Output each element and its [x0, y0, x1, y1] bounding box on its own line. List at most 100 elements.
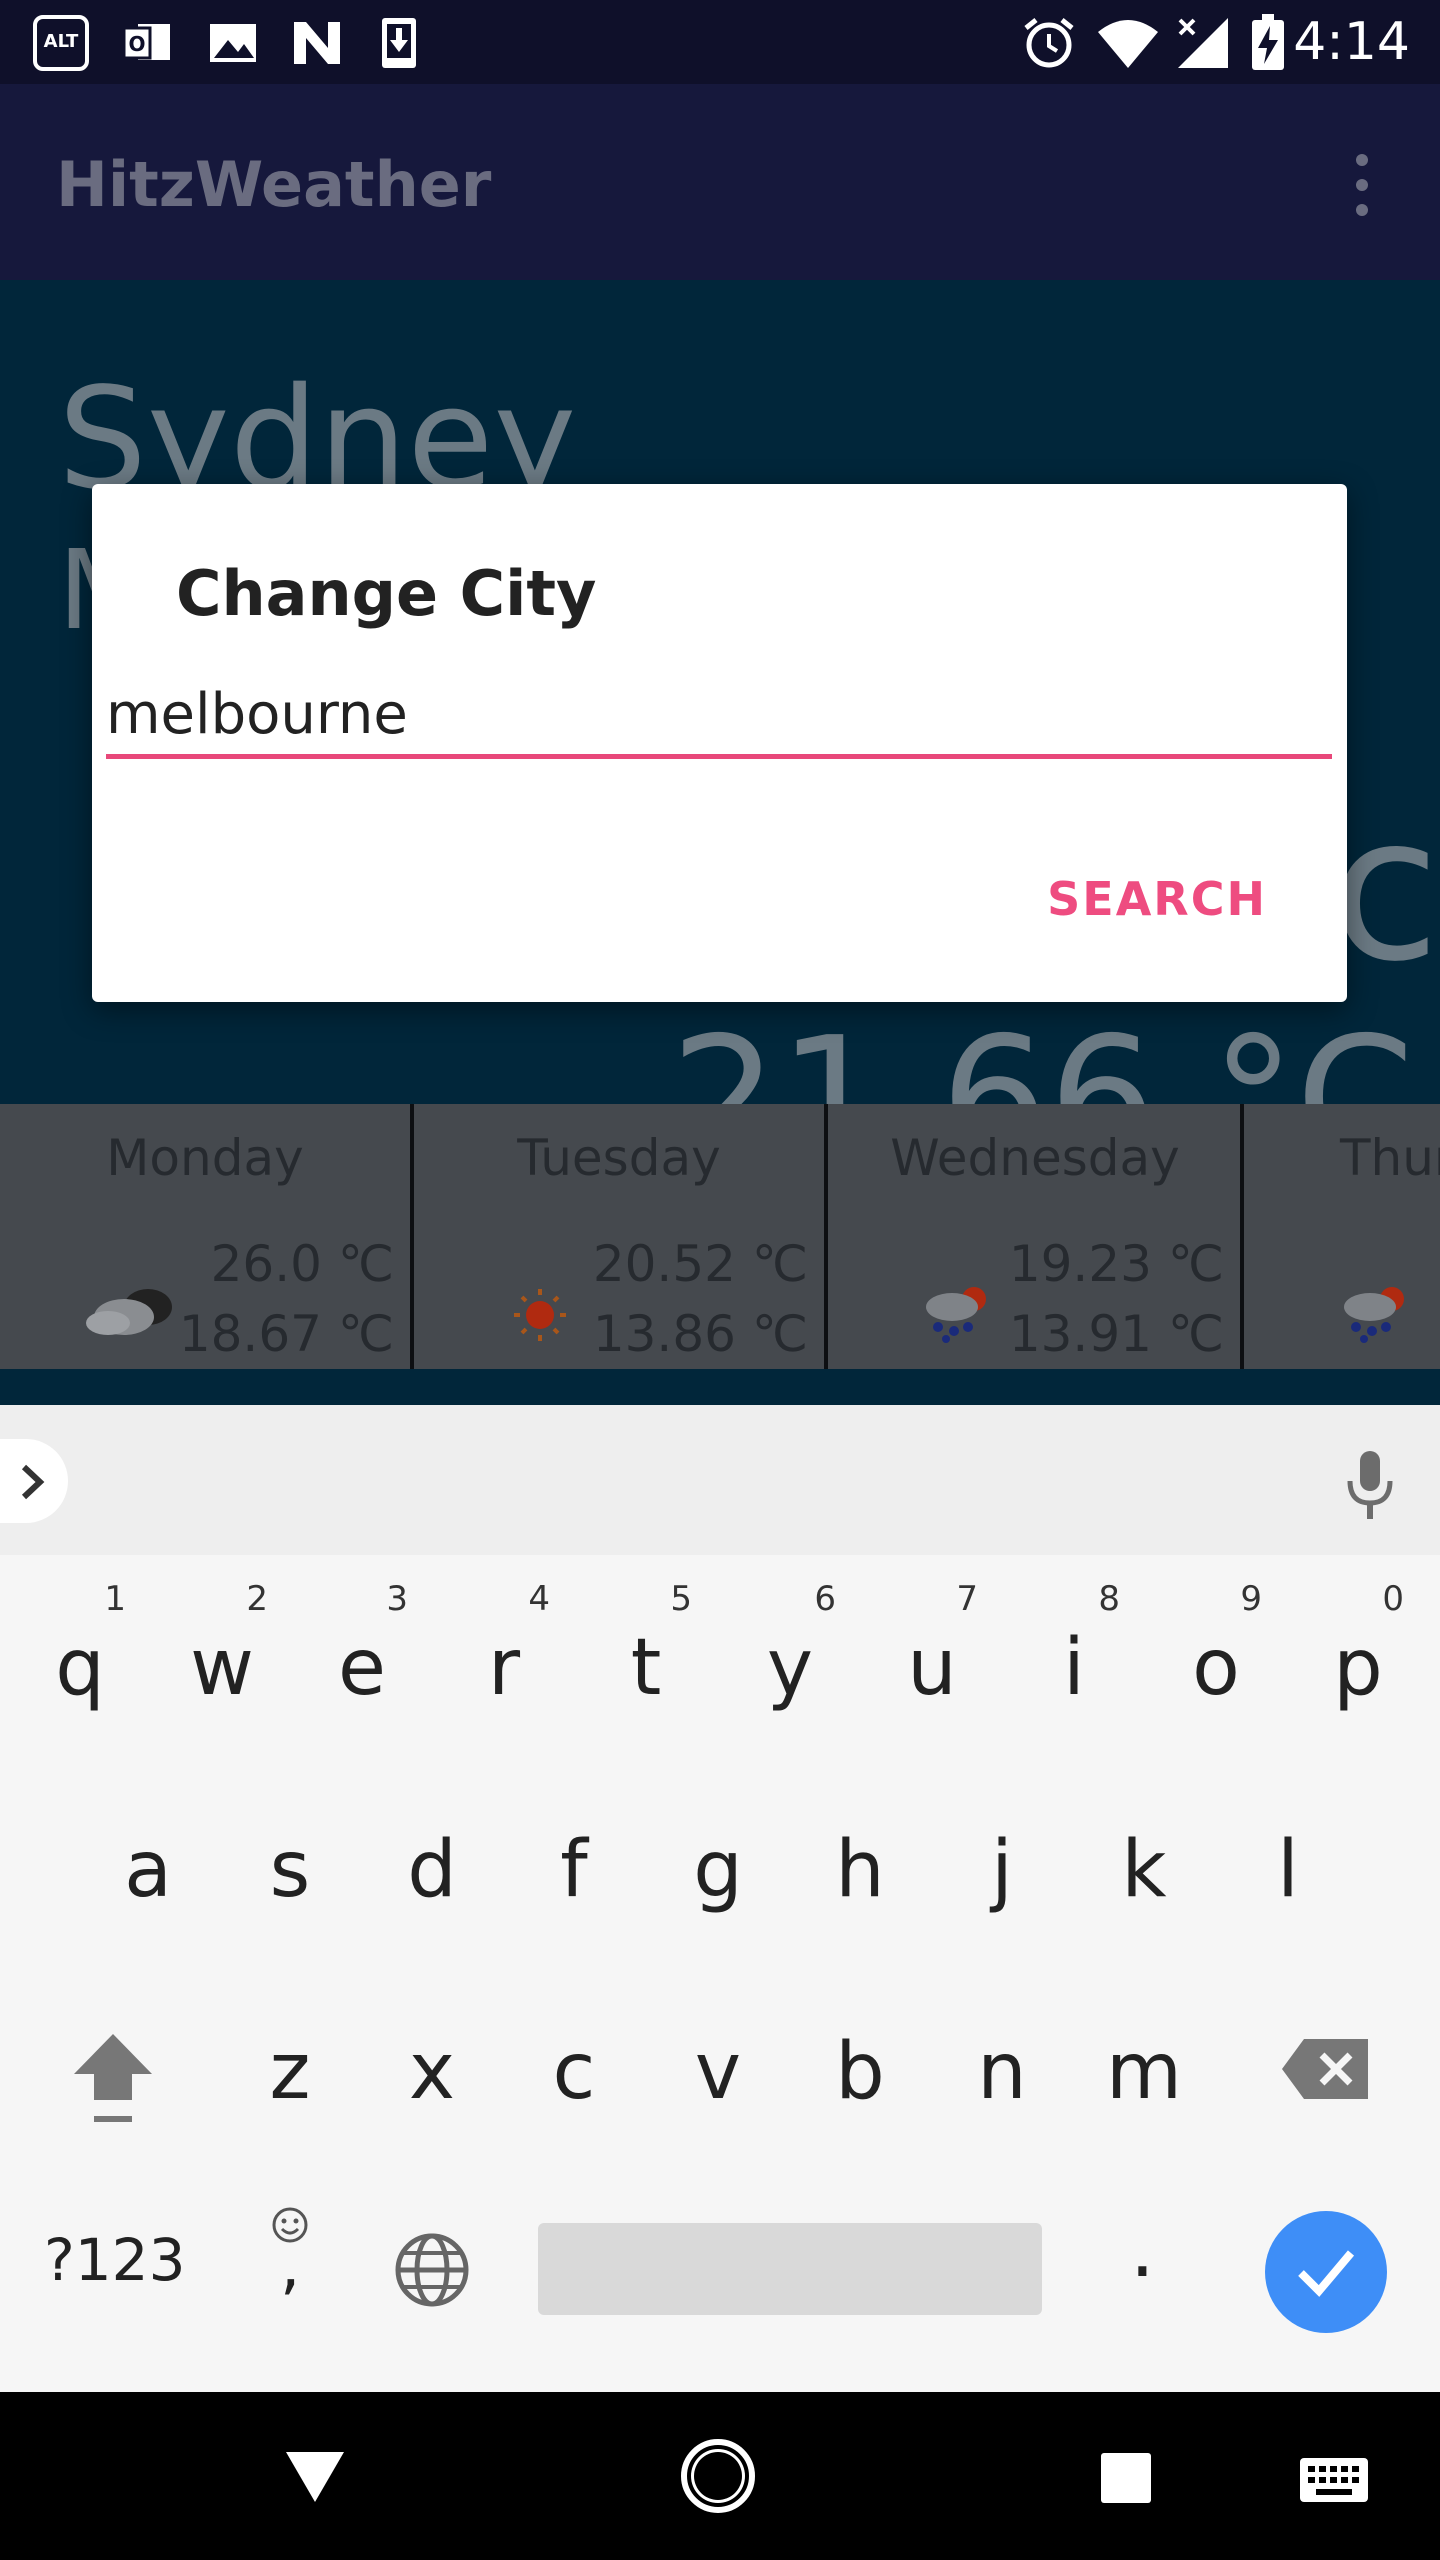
key-number-hint: 7	[956, 1579, 978, 1619]
enter-key[interactable]	[1265, 2211, 1387, 2333]
forecast-day-name: Tuesday	[517, 1129, 721, 1187]
key-w[interactable]: w2	[172, 1579, 272, 1713]
key-m[interactable]: m	[1094, 2027, 1194, 2117]
key-number-hint: 1	[104, 1579, 126, 1619]
period-key[interactable]: .	[1130, 2205, 1155, 2295]
key-label: r	[487, 1623, 521, 1713]
home-icon[interactable]	[678, 2436, 758, 2516]
search-button[interactable]: SEARCH	[1047, 869, 1267, 929]
forecast-low: 18.67 ℃	[178, 1305, 394, 1363]
signal-icon	[1178, 18, 1228, 68]
key-label: i	[1063, 1623, 1085, 1713]
key-x[interactable]: x	[382, 2027, 482, 2117]
key-number-hint: 2	[246, 1579, 268, 1619]
expand-toolbar-button[interactable]	[0, 1439, 68, 1523]
key-number-hint: 5	[670, 1579, 692, 1619]
key-n[interactable]: n	[952, 2027, 1052, 2117]
svg-text:O: O	[128, 32, 145, 56]
status-bar: ALT O 4:14	[0, 0, 1440, 84]
key-l[interactable]: l	[1238, 1825, 1338, 1915]
key-label: o	[1192, 1623, 1240, 1713]
forecast-day-card[interactable]: Thur	[1246, 1104, 1440, 1369]
forecast-high: 26.0 ℃	[210, 1235, 394, 1293]
alarm-icon	[1024, 18, 1074, 68]
globe-icon[interactable]	[393, 2231, 471, 2309]
dialog-title: Change City	[176, 557, 597, 630]
key-t[interactable]: t5	[596, 1579, 696, 1713]
key-r[interactable]: r4	[454, 1579, 554, 1713]
key-d[interactable]: d	[382, 1825, 482, 1915]
n-logo-icon	[294, 22, 340, 64]
key-k[interactable]: k	[1094, 1825, 1194, 1915]
navigation-bar	[0, 2392, 1440, 2560]
key-s[interactable]: s	[240, 1825, 340, 1915]
forecast-day-name: Monday	[106, 1129, 304, 1187]
symbols-key[interactable]: ?123	[44, 2220, 186, 2300]
key-number-hint: 4	[528, 1579, 550, 1619]
key-g[interactable]: g	[668, 1825, 768, 1915]
key-number-hint: 6	[814, 1579, 836, 1619]
shift-key-icon[interactable]	[70, 2030, 156, 2130]
outlook-icon: O	[122, 24, 170, 60]
key-f[interactable]: f	[524, 1825, 624, 1915]
key-i[interactable]: i8	[1024, 1579, 1124, 1713]
key-number-hint: 8	[1098, 1579, 1120, 1619]
key-c[interactable]: c	[524, 2027, 624, 2117]
key-b[interactable]: b	[810, 2027, 910, 2117]
forecast-day-name: Wednesday	[890, 1129, 1180, 1187]
forecast-low: 13.91 ℃	[1008, 1305, 1224, 1363]
key-z[interactable]: z	[240, 2027, 340, 2117]
alt-balaji-icon: ALT	[33, 15, 89, 71]
key-label: w	[190, 1623, 254, 1713]
forecast-day-name: Thur	[1340, 1129, 1440, 1187]
checkmark-icon	[1298, 2250, 1355, 2297]
forecast-high: 19.23 ℃	[1008, 1235, 1224, 1293]
key-label: u	[907, 1623, 957, 1713]
key-j[interactable]: j	[952, 1825, 1052, 1915]
forecast-day-card[interactable]: Wednesday 19.23 ℃ 13.91 ℃	[830, 1104, 1244, 1369]
rain-sun-icon	[1344, 1287, 1404, 1343]
clock: 4:14	[1293, 12, 1410, 72]
keyboard-switch-icon[interactable]	[1298, 2456, 1370, 2504]
forecast-day-card[interactable]: Monday 26.0 ℃ 18.67 ℃	[0, 1104, 414, 1369]
overflow-menu-icon[interactable]	[1340, 150, 1384, 220]
forecast-low: 13.86 ℃	[592, 1305, 808, 1363]
change-city-dialog: Change City SEARCH	[92, 484, 1347, 1002]
key-number-hint: 3	[386, 1579, 408, 1619]
microphone-icon[interactable]	[1340, 1449, 1400, 1523]
key-a[interactable]: a	[98, 1825, 198, 1915]
key-label: p	[1333, 1623, 1383, 1713]
comma-emoji-key[interactable]: ,	[262, 2205, 322, 2305]
app-title: HitzWeather	[56, 148, 492, 221]
recents-icon[interactable]	[1098, 2450, 1154, 2506]
key-label: q	[55, 1623, 105, 1713]
key-y[interactable]: y6	[740, 1579, 840, 1713]
key-p[interactable]: p0	[1308, 1579, 1408, 1713]
key-number-hint: 0	[1382, 1579, 1404, 1619]
key-e[interactable]: e3	[312, 1579, 412, 1713]
key-q[interactable]: q1	[30, 1579, 130, 1713]
chevron-right-icon	[21, 1464, 45, 1500]
suggestion-bar	[0, 1405, 1440, 1555]
cloudy-icon	[86, 1289, 172, 1335]
sunny-icon	[514, 1289, 566, 1341]
city-input[interactable]	[106, 674, 1332, 759]
forecast-day-card[interactable]: Tuesday 20.52 ℃ 13.86 ℃	[414, 1104, 828, 1369]
key-o[interactable]: o9	[1166, 1579, 1266, 1713]
comma-label: ,	[280, 2229, 301, 2303]
backspace-key-icon[interactable]	[1280, 2037, 1370, 2101]
image-icon	[210, 24, 256, 62]
key-h[interactable]: h	[810, 1825, 910, 1915]
svg-text:ALT: ALT	[44, 31, 79, 52]
rain-sun-icon	[926, 1287, 986, 1343]
download-icon	[382, 18, 416, 68]
spacebar[interactable]	[538, 2223, 1042, 2315]
forecast-strip[interactable]: Monday 26.0 ℃ 18.67 ℃ Tuesday 20.52 ℃ 13…	[0, 1104, 1440, 1369]
key-u[interactable]: u7	[882, 1579, 982, 1713]
back-icon[interactable]	[284, 2448, 346, 2504]
wifi-icon	[1098, 20, 1158, 68]
key-v[interactable]: v	[668, 2027, 768, 2117]
forecast-high: 20.52 ℃	[592, 1235, 808, 1293]
battery-charging-icon	[1252, 14, 1284, 70]
key-number-hint: 9	[1240, 1579, 1262, 1619]
